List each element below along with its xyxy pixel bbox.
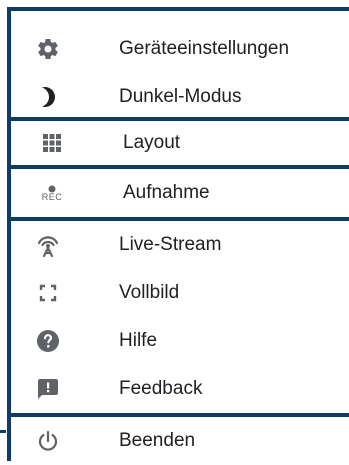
menu-item-label: Hilfe — [119, 330, 158, 351]
menu-item-dark-mode[interactable]: Dunkel-Modus — [11, 73, 349, 121]
moon-icon — [35, 84, 61, 110]
menu-item-label: Vollbild — [119, 282, 180, 303]
help-icon — [35, 328, 61, 354]
record-icon: REC — [39, 180, 65, 206]
rec-text: REC — [41, 191, 63, 202]
menu-item-label: Live-Stream — [119, 234, 222, 255]
menu-item-label: Feedback — [119, 378, 203, 399]
menu-item-label: Dunkel-Modus — [119, 86, 242, 107]
overflow-menu: Geräteeinstellungen Dunkel-Modus Layout … — [7, 7, 349, 461]
gear-icon — [35, 36, 61, 62]
power-icon — [35, 428, 61, 454]
menu-item-layout[interactable]: Layout — [7, 117, 349, 169]
menu-item-quit[interactable]: Beenden — [11, 417, 349, 465]
menu-item-label: Beenden — [119, 430, 196, 451]
menu-item-label: Layout — [123, 132, 181, 153]
menu-item-label: Aufnahme — [123, 182, 210, 203]
broadcast-icon — [35, 232, 61, 258]
grid-icon — [39, 130, 65, 156]
menu-item-feedback[interactable]: Feedback — [11, 365, 349, 413]
frame-stub — [0, 430, 6, 433]
menu-item-device-settings[interactable]: Geräteeinstellungen — [11, 25, 349, 73]
feedback-icon — [35, 376, 61, 402]
menu-item-label: Geräteeinstellungen — [119, 38, 290, 59]
fullscreen-icon — [35, 280, 61, 306]
menu-item-recording[interactable]: REC Aufnahme — [7, 169, 349, 221]
menu-item-live-stream[interactable]: Live-Stream — [11, 221, 349, 269]
menu-item-help[interactable]: Hilfe — [11, 317, 349, 365]
menu-item-fullscreen[interactable]: Vollbild — [11, 269, 349, 317]
